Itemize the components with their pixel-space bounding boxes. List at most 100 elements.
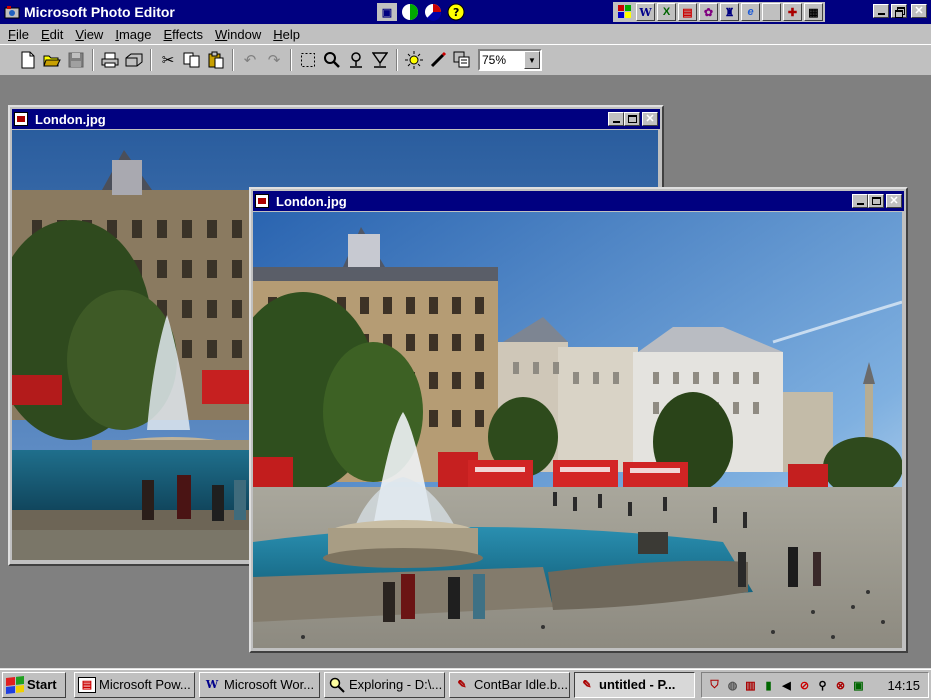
touch-up-button[interactable] [426,48,450,72]
mouse-icon[interactable]: ◍ [724,677,741,693]
app-minimize-button[interactable] [873,4,889,18]
start-label: Start [27,677,57,692]
network-icon[interactable]: ⊗ [832,677,849,693]
copy-icon [183,52,200,68]
window-caption-buttons: ✕ [850,194,902,208]
office-bar-logo-icon[interactable] [615,3,634,21]
paste-button[interactable] [204,48,228,72]
taskbar-item-explorer[interactable]: Exploring - D:\... [324,671,445,698]
toolbar-separator [290,49,292,71]
window-title-bar[interactable]: London.jpg ✕ [253,191,904,211]
scan-button[interactable] [122,48,146,72]
image-document-icon[interactable] [255,194,269,208]
select-button[interactable] [296,48,320,72]
taskbar-item-word[interactable]: W Microsoft Wor... [199,671,320,698]
close-icon: ✕ [645,112,655,125]
window-title: London.jpg [35,111,106,127]
chart-tray-icon[interactable]: ▥ [742,677,759,693]
window-title-bar[interactable]: London.jpg ✕ [12,109,660,129]
photo-editor-app-icon[interactable] [4,4,20,20]
paint-brush-icon: ✎ [582,679,592,691]
window-maximize-button[interactable] [868,194,884,208]
paste-clipboard-icon [208,51,224,69]
redo-button[interactable]: ↷ [262,48,286,72]
scheduler-icon[interactable]: ⊘ [796,677,813,693]
taskbar-item-photo-editor[interactable]: ✎ untitled - P... [574,671,695,698]
new-button[interactable] [16,48,40,72]
printer-icon [101,52,119,68]
app-title-bar[interactable]: Microsoft Photo Editor ▣ ? W X ▤ ✿ ♜ e ✚… [0,0,931,24]
set-transparent-button[interactable] [368,48,392,72]
toolbar-separator [92,49,94,71]
app-caption-buttons: ✕ [871,4,927,18]
internet-explorer-icon[interactable]: e [741,3,760,21]
window-caption-buttons: ✕ [606,112,658,126]
cut-button[interactable]: ✂ [156,48,180,72]
monitor-icon[interactable]: ▣ [850,677,867,693]
copy-button[interactable] [180,48,204,72]
zoom-button[interactable] [320,48,344,72]
menu-window[interactable]: Window [209,27,267,42]
open-button[interactable] [40,48,64,72]
excel-icon[interactable]: X [657,3,676,21]
menu-help[interactable]: Help [267,27,306,42]
task-label: Microsoft Pow... [99,677,191,692]
scissors-icon: ✂ [161,52,175,69]
access-icon[interactable]: ✚ [783,3,802,21]
volume-icon[interactable]: ◀ [778,677,795,693]
window-minimize-button[interactable] [608,112,624,126]
properties-button[interactable] [450,48,474,72]
app-close-button[interactable]: ✕ [911,4,927,18]
pen-icon [430,51,447,68]
window-close-button[interactable]: ✕ [642,112,658,126]
battery-icon[interactable]: ▮ [760,677,777,693]
chevron-down-icon[interactable]: ▼ [524,51,540,69]
photo-canvas[interactable] [253,212,902,648]
undo-button[interactable]: ↶ [238,48,262,72]
window-close-button[interactable]: ✕ [886,194,902,208]
image-document-icon[interactable] [14,112,28,126]
taskbar-item-contbar[interactable]: ✎ ContBar Idle.b... [449,671,570,698]
properties-icon [453,51,470,68]
system-tray: ⛉ ◍ ▥ ▮ ◀ ⊘ ⚲ ⊗ ▣ 14:15 [701,672,929,698]
menu-view[interactable]: View [69,27,109,42]
redo-icon: ↷ [267,52,281,69]
zoom-select[interactable]: 75% ▼ [478,49,542,71]
word-icon[interactable]: W [636,3,655,21]
window-minimize-button[interactable] [852,194,868,208]
office-help-icon[interactable]: ? [446,3,466,21]
app-restore-button[interactable] [891,4,907,18]
save-button[interactable] [64,48,88,72]
print-button[interactable] [98,48,122,72]
minimize-icon [877,13,885,15]
taskbar-item-powerpoint[interactable]: ▤ Microsoft Pow... [74,671,195,698]
task-label: Exploring - D:\... [349,677,443,692]
start-button[interactable]: Start [2,671,66,698]
window-maximize-button[interactable] [624,112,640,126]
office-green-icon[interactable] [400,3,420,21]
menu-file[interactable]: File [2,27,35,42]
undo-icon: ↶ [243,52,257,69]
binder-icon[interactable]: ♜ [720,3,739,21]
blank-icon[interactable] [762,3,781,21]
powerpoint-icon[interactable]: ▤ [678,3,697,21]
search-tray-icon[interactable]: ⚲ [814,677,831,693]
task-label: untitled - P... [599,677,676,692]
office-window-icon[interactable]: ▣ [377,3,397,21]
schedule-icon[interactable]: ✿ [699,3,718,21]
standard-toolbar: ✂ ↶ ↷ 75% ▼ [0,44,931,76]
toolbar-separator [150,49,152,71]
task-label: Microsoft Wor... [224,677,315,692]
shield-icon[interactable]: ⛉ [706,677,723,693]
menu-image[interactable]: Image [109,27,157,42]
image-window-front[interactable]: London.jpg ✕ [249,187,908,653]
scanner-icon [125,53,143,67]
menu-effects[interactable]: Effects [157,27,209,42]
clock[interactable]: 14:15 [887,678,920,693]
auto-balance-button[interactable] [402,48,426,72]
calendar-icon[interactable]: ▦ [804,3,823,21]
smudge-button[interactable] [344,48,368,72]
menu-bar: File Edit View Image Effects Window Help [0,24,931,44]
menu-edit[interactable]: Edit [35,27,69,42]
office-pie-icon[interactable] [423,3,443,21]
